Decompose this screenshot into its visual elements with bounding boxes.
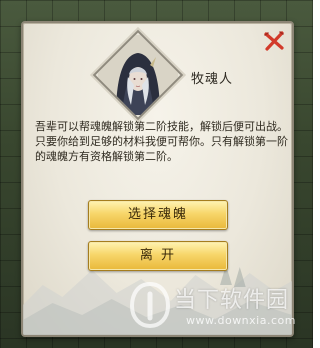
dialogue-line: 吾辈可以帮魂魄解锁第二阶技能，解锁后便可出战。 bbox=[35, 120, 288, 133]
npc-avatar-frame bbox=[92, 29, 184, 121]
hooded-npc-portrait-icon bbox=[98, 35, 178, 115]
dialogue-line: 只要你给到足够的材料我便可帮你。只有解锁第一阶 bbox=[35, 135, 288, 148]
dialogue-line: 的魂魄方有资格解锁第二阶。 bbox=[35, 150, 178, 163]
close-button[interactable] bbox=[262, 29, 286, 53]
select-soul-button[interactable]: 选择魂魄 bbox=[88, 200, 228, 230]
leave-button[interactable]: 离 开 bbox=[88, 241, 228, 271]
npc-name: 牧魂人 bbox=[191, 72, 234, 87]
ink-mountains-decoration bbox=[23, 265, 292, 335]
npc-dialogue-text: 吾辈可以帮魂魄解锁第二阶技能，解锁后便可出战。 只要你给到足够的材料我便可帮你。… bbox=[35, 119, 288, 164]
close-x-icon bbox=[264, 31, 284, 51]
npc-dialog-panel: 牧魂人 吾辈可以帮魂魄解锁第二阶技能，解锁后便可出战。 只要你给到足够的材料我便… bbox=[21, 21, 294, 337]
game-background: 牧魂人 吾辈可以帮魂魄解锁第二阶技能，解锁后便可出战。 只要你给到足够的材料我便… bbox=[0, 0, 313, 348]
